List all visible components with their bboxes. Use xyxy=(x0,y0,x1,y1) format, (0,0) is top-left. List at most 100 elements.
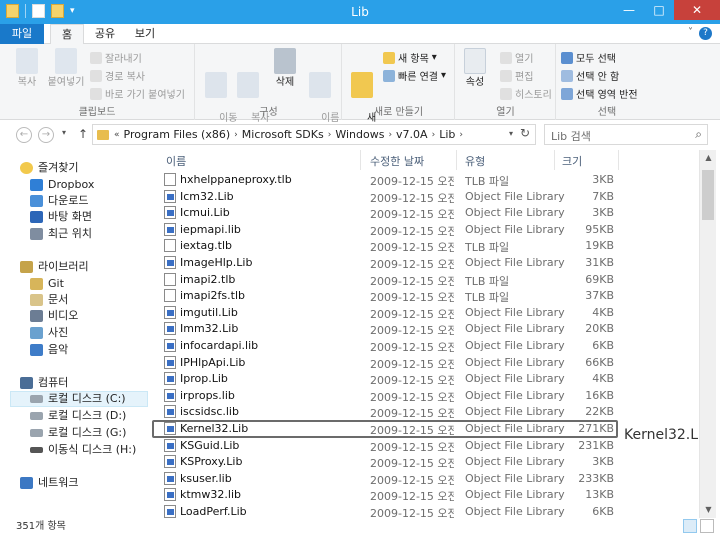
nav-item-music[interactable]: 음악 xyxy=(30,342,68,358)
file-row[interactable]: ktmw32.lib 2009-12-15 오전... Object File Li… xyxy=(158,487,618,504)
nav-computer[interactable]: 컴퓨터 xyxy=(20,375,68,391)
file-row[interactable]: irprops.lib 2009-12-15 오전... Object File L… xyxy=(158,388,618,405)
vertical-scrollbar[interactable]: ▲ ▼ xyxy=(699,150,716,518)
file-row[interactable]: iepmapi.lib 2009-12-15 오전... Object File L… xyxy=(158,222,618,239)
properties-button[interactable]: 속성 xyxy=(460,48,490,89)
minimize-button[interactable]: — xyxy=(614,0,644,20)
column-divider[interactable] xyxy=(456,150,457,170)
file-row[interactable]: Kernel32.Lib 2009-12-15 오전... Object File … xyxy=(152,420,618,438)
breadcrumb-windows[interactable]: Windows xyxy=(335,128,384,141)
scroll-up-icon[interactable]: ▲ xyxy=(700,150,717,166)
file-row[interactable]: KSGuid.Lib 2009-12-15 오전... Object File Li… xyxy=(158,438,618,455)
file-row[interactable]: iextag.tlb 2009-12-15 오전... TLB 파일 19KB xyxy=(158,238,618,255)
tab-view[interactable]: 보기 xyxy=(128,24,162,44)
column-size[interactable]: 크기 xyxy=(562,153,582,169)
nav-network[interactable]: 네트워크 xyxy=(20,475,78,491)
open-button[interactable]: 열기 xyxy=(500,50,533,65)
breadcrumb-v7[interactable]: v7.0A xyxy=(396,128,428,141)
breadcrumb-microsoft-sdks[interactable]: Microsoft SDKs xyxy=(242,128,324,141)
file-date: 2009-12-15 오전... xyxy=(370,274,454,288)
nav-item-drive-g[interactable]: 로컬 디스크 (G:) xyxy=(30,425,126,441)
folder-icon xyxy=(97,129,109,140)
chevron-right-icon[interactable]: › xyxy=(388,130,392,140)
address-bar[interactable]: « Program Files (x86) › Microsoft SDKs ›… xyxy=(92,124,536,145)
nav-item-drive-c[interactable]: 로컬 디스크 (C:) xyxy=(10,391,148,407)
select-none-button[interactable]: 선택 안 함 xyxy=(561,68,619,83)
file-row[interactable]: ksuser.lib 2009-12-15 오전... Object File Li… xyxy=(158,471,618,488)
refresh-icon[interactable]: ↻ xyxy=(520,126,530,140)
large-icons-view-icon[interactable] xyxy=(700,519,714,533)
nav-item-git[interactable]: Git xyxy=(30,276,64,292)
address-dropdown-icon[interactable]: ▾ xyxy=(509,129,513,138)
delete-button[interactable]: 삭제 xyxy=(270,48,300,89)
file-row[interactable]: imapi2.tlb 2009-12-15 오전... TLB 파일 69KB xyxy=(158,272,618,289)
breadcrumb-lib[interactable]: Lib xyxy=(439,128,455,141)
file-row[interactable]: Icm32.Lib 2009-12-15 오전... Object File Lib… xyxy=(158,189,618,206)
nav-item-pictures[interactable]: 사진 xyxy=(30,325,68,341)
easy-access-button[interactable]: 빠른 연결 ▾ xyxy=(383,68,446,83)
column-divider[interactable] xyxy=(360,150,361,170)
help-icon[interactable]: ? xyxy=(699,27,712,40)
nav-libraries[interactable]: 라이브러리 xyxy=(20,259,89,275)
column-name[interactable]: 이름 xyxy=(166,153,186,169)
nav-item-downloads[interactable]: 다운로드 xyxy=(30,193,88,209)
history-button[interactable]: 히스토리 xyxy=(500,86,552,101)
invert-selection-button[interactable]: 선택 영역 반전 xyxy=(561,86,638,101)
select-all-button[interactable]: 모두 선택 xyxy=(561,50,616,65)
column-divider[interactable] xyxy=(554,150,555,170)
file-row[interactable]: Imm32.Lib 2009-12-15 오전... Object File Lib… xyxy=(158,321,618,338)
chevron-right-icon[interactable]: › xyxy=(328,130,332,140)
chevron-right-icon[interactable]: › xyxy=(459,130,463,140)
scrollbar-thumb[interactable] xyxy=(702,170,714,220)
chevron-right-icon[interactable]: › xyxy=(432,130,436,140)
scroll-down-icon[interactable]: ▼ xyxy=(700,502,717,518)
ribbon-expand-icon[interactable]: ˅ xyxy=(688,27,693,40)
file-row[interactable]: imgutil.Lib 2009-12-15 오전... Object File L… xyxy=(158,305,618,322)
details-view-icon[interactable] xyxy=(683,519,697,533)
copy-button[interactable]: 복사 xyxy=(10,48,44,89)
close-button[interactable]: ✕ xyxy=(674,0,720,20)
cut-button[interactable]: 잘라내기 xyxy=(90,50,142,65)
nav-label: 컴퓨터 xyxy=(38,376,69,389)
select-all-icon xyxy=(561,51,573,64)
column-divider[interactable] xyxy=(618,150,619,170)
paste-button[interactable]: 붙여넣기 xyxy=(46,48,86,89)
file-row[interactable]: iscsidsc.lib 2009-12-15 오전... Object File … xyxy=(158,404,618,421)
nav-item-recent[interactable]: 최근 위치 xyxy=(30,226,92,242)
breadcrumb-program-files[interactable]: Program Files (x86) xyxy=(124,128,231,141)
column-date[interactable]: 수정한 날짜 xyxy=(370,153,424,169)
paste-shortcut-button[interactable]: 바로 가기 붙여넣기 xyxy=(90,86,185,101)
copy-path-button[interactable]: 경로 복사 xyxy=(90,68,145,83)
maximize-button[interactable]: □ xyxy=(644,0,674,20)
up-icon[interactable]: ↑ xyxy=(78,127,88,141)
nav-item-dropbox[interactable]: Dropbox xyxy=(30,177,94,193)
file-row[interactable]: infocardapi.lib 2009-12-15 오전... Object Fi… xyxy=(158,338,618,355)
tab-home[interactable]: 홈 xyxy=(50,24,84,45)
file-row[interactable]: ImageHlp.Lib 2009-12-15 오전... Object File … xyxy=(158,255,618,272)
drive-icon xyxy=(30,412,43,420)
forward-button[interactable]: → xyxy=(38,127,54,143)
file-row[interactable]: Iprop.Lib 2009-12-15 오전... Object File Lib… xyxy=(158,371,618,388)
nav-favorites[interactable]: 즐겨찾기 xyxy=(20,160,78,176)
file-row[interactable]: IPHlpApi.Lib 2009-12-15 오전... Object File … xyxy=(158,355,618,372)
nav-item-documents[interactable]: 문서 xyxy=(30,292,68,308)
column-type[interactable]: 유형 xyxy=(465,153,485,169)
file-row[interactable]: hxhelppaneproxy.tlb 2009-12-15 오전... TLB 파… xyxy=(158,172,618,189)
nav-item-drive-h[interactable]: 이동식 디스크 (H:) xyxy=(30,442,136,458)
search-input[interactable]: Lib 검색 ⌕ xyxy=(544,124,708,145)
address-overflow[interactable]: « xyxy=(114,130,120,140)
chevron-right-icon[interactable]: › xyxy=(234,130,238,140)
nav-item-videos[interactable]: 비디오 xyxy=(30,308,78,324)
tab-share[interactable]: 공유 xyxy=(88,24,122,44)
file-row[interactable]: Icmui.Lib 2009-12-15 오전... Object File Lib… xyxy=(158,205,618,222)
nav-item-drive-d[interactable]: 로컬 디스크 (D:) xyxy=(30,408,126,424)
recent-locations-icon[interactable]: ▾ xyxy=(62,128,66,137)
tab-file[interactable]: 파일 xyxy=(0,24,44,44)
back-button[interactable]: ← xyxy=(16,127,32,143)
search-icon[interactable]: ⌕ xyxy=(695,127,702,142)
file-row[interactable]: KSProxy.Lib 2009-12-15 오전... Object File L… xyxy=(158,454,618,471)
new-item-button[interactable]: 새 항목 ▾ xyxy=(383,50,437,65)
nav-item-desktop[interactable]: 바탕 화면 xyxy=(30,209,92,225)
edit-button[interactable]: 편집 xyxy=(500,68,533,83)
file-row[interactable]: imapi2fs.tlb 2009-12-15 오전... TLB 파일 37KB xyxy=(158,288,618,305)
